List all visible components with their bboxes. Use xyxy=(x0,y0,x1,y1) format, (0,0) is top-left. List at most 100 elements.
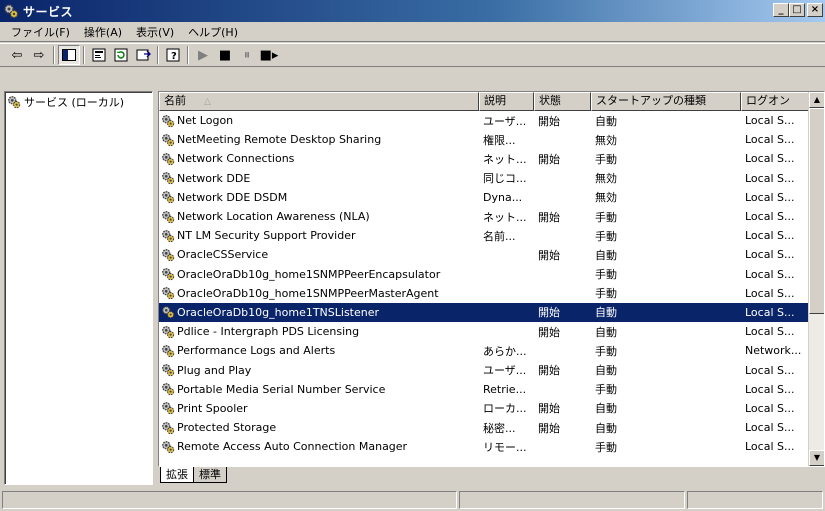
tab-extended[interactable]: 拡張 xyxy=(160,467,194,483)
table-row[interactable]: Remote Access Auto Connection Manager リモー… xyxy=(159,437,811,456)
restart-service-icon[interactable]: ■▸ xyxy=(258,45,280,65)
back-arrow-icon[interactable]: ⇦ xyxy=(6,45,28,65)
table-row[interactable]: OracleCSService 開始 自動 Local S... xyxy=(159,245,811,264)
service-name-cell: OracleOraDb10g_home1SNMPPeerMasterAgent xyxy=(159,286,479,300)
forward-arrow-icon[interactable]: ⇨ xyxy=(28,45,50,65)
service-startup-type: 自動 xyxy=(595,114,617,128)
column-header-name-label: 名前 xyxy=(164,94,186,107)
close-button[interactable]: × xyxy=(807,3,823,17)
menu-view[interactable]: 表示(V) xyxy=(129,24,181,40)
view-tabs: 拡張 標準 xyxy=(160,467,227,485)
table-row[interactable]: Portable Media Serial Number Service Retr… xyxy=(159,380,811,399)
service-startup-type: 自動 xyxy=(595,364,617,378)
gear-icon xyxy=(162,229,175,242)
service-name-cell: Plug and Play xyxy=(159,363,479,377)
table-row[interactable]: NT LM Security Support Provider 名前... 手動 Lo… xyxy=(159,226,811,245)
service-logon: Local S... xyxy=(745,421,795,435)
service-description: Dyna... xyxy=(483,190,523,204)
service-startup-type: 手動 xyxy=(595,383,617,397)
service-name-cell: Network DDE DSDM xyxy=(159,190,479,204)
service-name: OracleCSService xyxy=(177,248,269,262)
service-name: OracleOraDb10g_home1SNMPPeerMasterAgent xyxy=(177,286,439,300)
service-logon: Local S... xyxy=(745,286,795,300)
toolbar-separator xyxy=(53,46,55,64)
menu-bar: ファイル(F) 操作(A) 表示(V) ヘルプ(H) xyxy=(0,22,825,42)
properties-icon[interactable] xyxy=(88,45,110,65)
gear-icon xyxy=(162,249,175,262)
column-header-status[interactable]: 状態 xyxy=(534,92,591,111)
vertical-scrollbar[interactable]: ▲ ▼ xyxy=(808,92,824,466)
table-row[interactable]: OracleOraDb10g_home1SNMPPeerMasterAgent 手… xyxy=(159,284,811,303)
minimize-button[interactable]: _ xyxy=(773,3,789,17)
table-row[interactable]: Net Logon ユーザ... 開始 自動 Local S... xyxy=(159,111,811,130)
column-header-startup-type[interactable]: スタートアップの種類 xyxy=(591,92,741,111)
title-bar[interactable]: サービス _ □ × xyxy=(0,0,825,22)
refresh-icon[interactable] xyxy=(110,45,132,65)
table-row[interactable]: Network Location Awareness (NLA) ネット... 開始… xyxy=(159,207,811,226)
gear-icon xyxy=(162,210,175,223)
service-startup-type: 手動 xyxy=(595,344,617,358)
gear-icon xyxy=(162,344,175,358)
pause-service-icon[interactable]: ⏸ xyxy=(236,45,258,65)
service-name: Network DDE xyxy=(177,171,251,185)
table-row[interactable]: Performance Logs and Alerts あらか... 手動 Netwo… xyxy=(159,341,811,360)
service-description: Retrie... xyxy=(483,382,527,396)
stop-service-icon[interactable]: ■ xyxy=(214,45,236,65)
table-row[interactable]: Network Connections ネット... 開始 手動 Local S... xyxy=(159,149,811,168)
table-row[interactable]: NetMeeting Remote Desktop Sharing 権限... 無効… xyxy=(159,130,811,149)
tree-node-services-local[interactable]: サービス (ローカル) xyxy=(5,92,152,112)
gear-icon xyxy=(162,440,175,453)
table-row[interactable]: OracleOraDb10g_home1SNMPPeerEncapsulator… xyxy=(159,265,811,284)
start-service-icon[interactable]: ▶ xyxy=(192,45,214,65)
tree-pane: サービス (ローカル) xyxy=(4,91,153,485)
export-list-icon[interactable] xyxy=(132,45,154,65)
scroll-thumb[interactable] xyxy=(809,108,824,314)
service-name-cell: Print Spooler xyxy=(159,401,479,415)
tree-node-label: サービス (ローカル) xyxy=(24,96,125,109)
service-name: Protected Storage xyxy=(177,421,277,435)
column-header-description[interactable]: 説明 xyxy=(479,92,534,111)
toolbar-separator xyxy=(187,46,189,64)
scroll-down-button[interactable]: ▼ xyxy=(809,450,824,466)
service-startup-type: 無効 xyxy=(595,191,617,205)
service-startup-type: 手動 xyxy=(595,229,617,243)
service-startup-type: 無効 xyxy=(595,133,617,147)
service-status: 開始 xyxy=(538,306,560,320)
service-description: ユーザ... xyxy=(483,114,527,128)
gear-icon xyxy=(162,133,175,146)
table-row[interactable]: OracleOraDb10g_home1TNSListener 開始 自動 Local… xyxy=(159,302,811,323)
table-row[interactable]: Print Spooler ローカ... 開始 自動 Local S... xyxy=(159,399,811,418)
menu-file[interactable]: ファイル(F) xyxy=(4,24,77,40)
service-name-cell: Network Connections xyxy=(159,152,479,166)
gear-icon xyxy=(162,364,175,377)
service-logon: Local S... xyxy=(745,267,795,281)
menu-action[interactable]: 操作(A) xyxy=(77,24,129,40)
gear-icon xyxy=(162,172,175,185)
service-name: Net Logon xyxy=(177,114,234,128)
service-description: 権限... xyxy=(483,133,516,147)
toolbar-separator xyxy=(157,46,159,64)
window-title: サービス xyxy=(23,4,74,19)
maximize-button[interactable]: □ xyxy=(789,3,805,17)
table-row[interactable]: Plug and Play ユーザ... 開始 自動 Local S... xyxy=(159,360,811,379)
services-list[interactable]: 名前 △ 説明 状態 スタートアップの種類 ログオン Net Logon ユーザ..… xyxy=(158,91,825,467)
menu-help[interactable]: ヘルプ(H) xyxy=(181,24,245,40)
table-row[interactable]: Network DDE DSDM Dyna... 無効 Local S... xyxy=(159,188,811,207)
gear-icon xyxy=(162,421,175,434)
table-row[interactable]: Protected Storage 秘密... 開始 自動 Local S... xyxy=(159,418,811,437)
tab-standard[interactable]: 標準 xyxy=(193,467,227,483)
scroll-up-button[interactable]: ▲ xyxy=(809,92,824,108)
service-name-cell: OracleOraDb10g_home1SNMPPeerEncapsulator xyxy=(159,267,479,281)
table-row[interactable]: Pdlice - Intergraph PDS Licensing 開始 自動 Loc… xyxy=(159,322,811,341)
show-hide-tree-icon[interactable] xyxy=(58,45,80,65)
help-icon[interactable]: ? xyxy=(162,45,184,65)
service-logon: Local S... xyxy=(745,305,795,319)
service-description: ユーザ... xyxy=(483,364,527,378)
service-name: Network DDE DSDM xyxy=(177,190,288,204)
column-header-name[interactable]: 名前 △ xyxy=(159,92,479,111)
service-startup-type: 手動 xyxy=(595,268,617,282)
table-row[interactable]: Network DDE 同じコ... 無効 Local S... xyxy=(159,169,811,188)
service-name-cell: Network DDE xyxy=(159,171,479,185)
service-description: 名前... xyxy=(483,229,516,243)
column-header-logon[interactable]: ログオン xyxy=(741,92,811,111)
